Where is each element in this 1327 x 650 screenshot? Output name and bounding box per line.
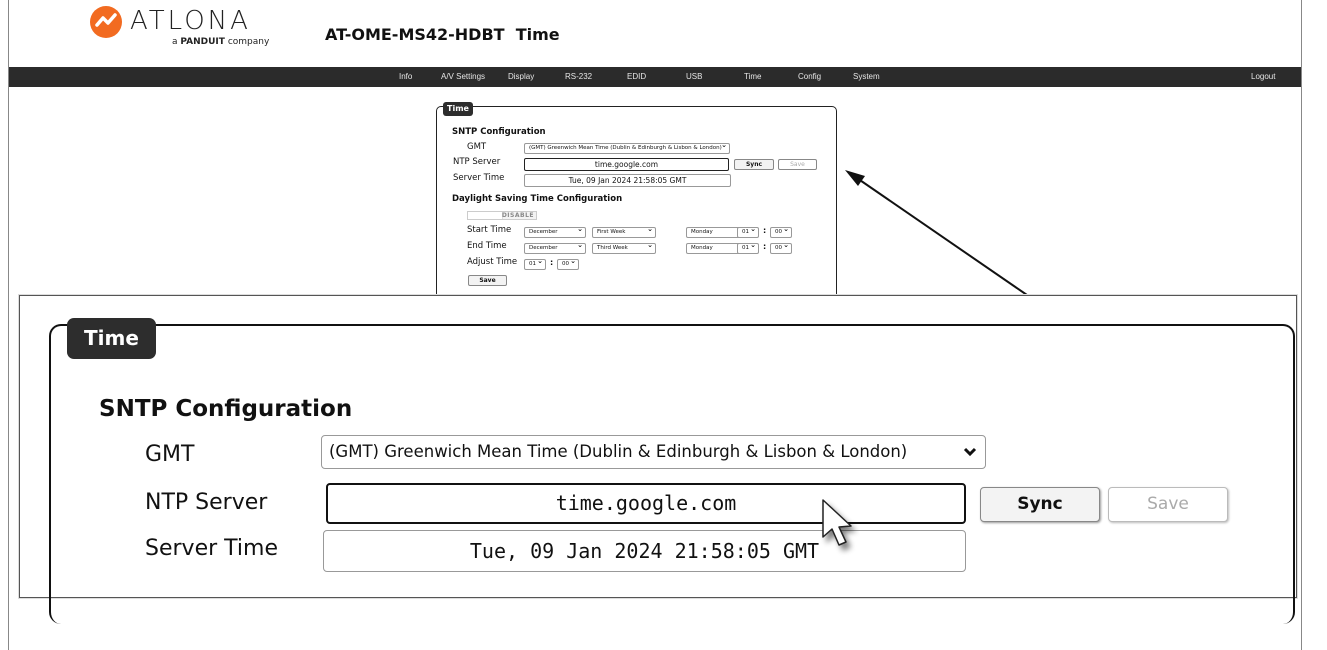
nav-item-rs232[interactable]: RS-232 — [565, 72, 592, 81]
zoom-ntp-server-label: NTP Server — [145, 490, 268, 515]
time-panel: Time SNTP Configuration GMT (GMT) Greenw… — [436, 102, 837, 306]
sntp-heading: SNTP Configuration — [452, 127, 546, 137]
ntp-server-label: NTP Server — [453, 157, 501, 167]
nav-item-info[interactable]: Info — [399, 72, 412, 81]
nav-item-edid[interactable]: EDID — [627, 72, 646, 81]
zoom-gmt-label: GMT — [145, 442, 195, 467]
zoom-ntp-server-input[interactable]: time.google.com — [326, 483, 966, 524]
zoom-save-button[interactable]: Save — [1108, 487, 1228, 522]
nav-item-av-settings[interactable]: A/V Settings — [441, 72, 485, 81]
end-minute-select[interactable]: 00 — [770, 243, 792, 254]
adjust-colon: : — [550, 258, 554, 267]
end-month-select[interactable]: December — [524, 243, 586, 254]
nav-item-system[interactable]: System — [853, 72, 880, 81]
sntp-save-button[interactable]: Save — [778, 159, 817, 170]
logout-link[interactable]: Logout — [1251, 72, 1275, 81]
end-time-label: End Time — [467, 241, 507, 251]
nav-item-display[interactable]: Display — [508, 72, 534, 81]
logo-wordmark: ATLONA — [130, 6, 251, 36]
adjust-minute-select[interactable]: 00 — [557, 259, 579, 270]
start-time-label: Start Time — [467, 225, 512, 235]
end-week-select[interactable]: Third Week — [592, 243, 656, 254]
nav-item-config[interactable]: Config — [798, 72, 821, 81]
start-hour-select[interactable]: 01 — [737, 227, 759, 238]
start-minute-select[interactable]: 00 — [770, 227, 792, 238]
server-time-field: Tue, 09 Jan 2024 21:58:05 GMT — [524, 174, 731, 187]
zoom-time-panel — [49, 324, 1295, 624]
zoom-gmt-value: (GMT) Greenwich Mean Time (Dublin & Edin… — [329, 442, 908, 461]
mouse-pointer-icon — [822, 499, 852, 546]
time-panel-tab: Time — [443, 102, 473, 116]
atlona-logo: ATLONA a PANDUIT company — [88, 6, 278, 48]
nav-item-time[interactable]: Time — [744, 72, 761, 81]
logo-mark-icon — [90, 6, 122, 38]
chevron-down-icon — [963, 436, 977, 479]
dst-heading: Daylight Saving Time Configuration — [452, 194, 623, 204]
nav-bar: Info A/V Settings Display RS-232 EDID US… — [9, 67, 1301, 87]
dst-toggle-knob — [468, 212, 503, 219]
gmt-label: GMT — [467, 142, 487, 152]
start-colon: : — [763, 226, 767, 235]
zoom-sntp-heading: SNTP Configuration — [99, 396, 353, 422]
adjust-time-label: Adjust Time — [467, 257, 518, 267]
gmt-select[interactable]: (GMT) Greenwich Mean Time (Dublin & Edin… — [524, 143, 730, 154]
zoom-gmt-select[interactable]: (GMT) Greenwich Mean Time (Dublin & Edin… — [321, 435, 986, 469]
zoom-sync-button[interactable]: Sync — [980, 487, 1100, 522]
start-week-select[interactable]: First Week — [592, 227, 656, 238]
nav-item-usb[interactable]: USB — [686, 72, 702, 81]
sync-button[interactable]: Sync — [734, 159, 774, 170]
zoom-server-time-field: Tue, 09 Jan 2024 21:58:05 GMT — [323, 530, 966, 572]
adjust-hour-select[interactable]: 01 — [524, 259, 546, 270]
dst-save-button[interactable]: Save — [468, 275, 507, 286]
dst-toggle[interactable]: DISABLE — [467, 211, 537, 220]
start-month-select[interactable]: December — [524, 227, 586, 238]
zoom-callout: Time SNTP Configuration GMT (GMT) Greenw… — [19, 295, 1297, 624]
zoom-server-time-label: Server Time — [145, 536, 278, 561]
server-time-label: Server Time — [453, 173, 505, 183]
logo-tagline: a PANDUIT company — [172, 37, 270, 47]
zoom-time-tab: Time — [67, 318, 156, 359]
dst-toggle-label: DISABLE — [501, 212, 534, 219]
ntp-server-input[interactable]: time.google.com — [524, 158, 729, 171]
end-colon: : — [763, 242, 767, 251]
end-hour-select[interactable]: 01 — [737, 243, 759, 254]
page-title: AT-OME-MS42-HDBT Time — [325, 25, 560, 44]
